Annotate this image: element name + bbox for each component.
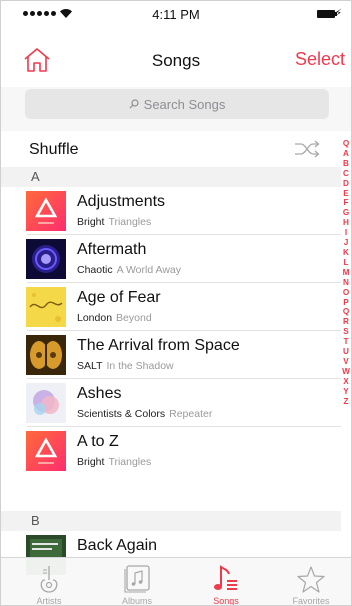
tab-favorites[interactable]: Favorites bbox=[271, 558, 351, 606]
album-art bbox=[26, 383, 66, 423]
song-title: Aftermath bbox=[77, 241, 147, 258]
tab-label: Songs bbox=[213, 596, 239, 606]
song-title: Age of Fear bbox=[77, 289, 161, 306]
index-letter[interactable]: G bbox=[343, 208, 349, 218]
app-screen: 4:11 PM ⚡ Songs Select Search Songs Shuf… bbox=[0, 0, 352, 606]
index-letter[interactable]: P bbox=[343, 298, 348, 308]
song-title: A to Z bbox=[77, 433, 119, 450]
song-row[interactable]: Ashes Scientists & Colors Repeater bbox=[1, 379, 341, 427]
guitar-icon bbox=[40, 566, 58, 593]
index-letter[interactable]: F bbox=[343, 198, 348, 208]
song-title: Back Again bbox=[77, 537, 158, 554]
section-letter: A bbox=[31, 169, 40, 184]
tab-artists[interactable]: Artists bbox=[9, 558, 89, 606]
tab-songs[interactable]: Songs bbox=[186, 558, 266, 606]
index-letter[interactable]: Y bbox=[343, 387, 348, 397]
song-title: Adjustments bbox=[77, 193, 166, 210]
song-title: The Arrival from Space bbox=[77, 337, 240, 354]
song-row[interactable]: Aftermath Chaotic A World Away bbox=[1, 235, 341, 283]
shuffle-row[interactable]: Shuffle bbox=[1, 131, 341, 167]
index-letter[interactable]: K bbox=[343, 248, 349, 258]
album-art bbox=[26, 335, 66, 375]
shuffle-icon[interactable] bbox=[293, 139, 321, 159]
song-subtitle: Bright Triangles bbox=[77, 216, 152, 228]
index-letter[interactable]: W bbox=[342, 367, 350, 377]
song-row[interactable]: The Arrival from Space SALT In the Shadow bbox=[1, 331, 341, 379]
tab-bar: Artists Albums Songs Favorites bbox=[1, 557, 351, 606]
section-header-a: A bbox=[1, 167, 341, 187]
index-letter[interactable]: E bbox=[343, 189, 348, 199]
index-letter[interactable]: U bbox=[343, 347, 349, 357]
status-time: 4:11 PM bbox=[152, 7, 200, 22]
index-letter[interactable]: T bbox=[343, 337, 348, 347]
search-icon bbox=[129, 99, 139, 109]
status-bar: 4:11 PM ⚡ bbox=[1, 1, 351, 29]
search-area: Search Songs bbox=[1, 87, 351, 131]
song-subtitle: Chaotic A World Away bbox=[77, 264, 182, 276]
index-letter[interactable]: V bbox=[343, 357, 348, 367]
song-subtitle: London Beyond bbox=[77, 312, 152, 324]
shuffle-label: Shuffle bbox=[29, 141, 79, 158]
section-header-b: B bbox=[1, 511, 341, 531]
index-letter[interactable]: D bbox=[343, 179, 349, 189]
index-letter[interactable]: R bbox=[343, 317, 349, 327]
index-letter[interactable]: H bbox=[343, 218, 349, 228]
index-letter[interactable]: Z bbox=[343, 397, 348, 407]
album-icon bbox=[124, 565, 150, 593]
album-art bbox=[26, 431, 66, 471]
tab-label: Favorites bbox=[292, 596, 330, 606]
song-subtitle: Scientists & Colors Repeater bbox=[77, 408, 213, 420]
index-letter[interactable]: N bbox=[343, 278, 349, 288]
battery-icon bbox=[317, 10, 337, 18]
album-art bbox=[26, 287, 66, 327]
song-title: Ashes bbox=[77, 385, 122, 402]
index-letter[interactable]: M bbox=[343, 268, 350, 278]
search-placeholder: Search Songs bbox=[143, 96, 226, 112]
tab-albums[interactable]: Albums bbox=[97, 558, 177, 606]
tab-label: Albums bbox=[121, 596, 152, 606]
index-letter[interactable]: X bbox=[343, 377, 348, 387]
index-letter[interactable]: Q bbox=[343, 139, 349, 149]
section-letter: B bbox=[31, 513, 40, 528]
index-letter[interactable]: A bbox=[343, 149, 349, 159]
song-subtitle: SALT In the Shadow bbox=[77, 360, 174, 372]
charging-icon: ⚡ bbox=[335, 8, 343, 19]
music-note-icon bbox=[214, 565, 237, 590]
index-letter[interactable]: C bbox=[343, 169, 349, 179]
search-input[interactable]: Search Songs bbox=[25, 89, 329, 119]
index-letter[interactable]: O bbox=[343, 288, 349, 298]
album-art bbox=[26, 191, 66, 231]
index-letter[interactable]: J bbox=[344, 238, 349, 248]
navigation-bar: Songs Select bbox=[1, 29, 351, 87]
index-letter[interactable]: B bbox=[343, 159, 349, 169]
index-letter[interactable]: I bbox=[345, 228, 347, 238]
alphabet-index[interactable]: QABCDEFGHIJKLMNOPQRSTUVWXYZ bbox=[340, 139, 351, 407]
index-letter[interactable]: S bbox=[343, 327, 348, 337]
star-icon bbox=[297, 566, 325, 593]
index-letter[interactable]: Q bbox=[343, 307, 349, 317]
song-row[interactable]: Adjustments Bright Triangles bbox=[1, 187, 341, 235]
song-row[interactable]: A to Z Bright Triangles bbox=[1, 427, 341, 475]
select-button[interactable]: Select bbox=[295, 49, 345, 70]
tab-label: Artists bbox=[36, 596, 62, 606]
song-row[interactable]: Age of Fear London Beyond bbox=[1, 283, 341, 331]
album-art bbox=[26, 239, 66, 279]
index-letter[interactable]: L bbox=[343, 258, 348, 268]
song-subtitle: Bright Triangles bbox=[77, 456, 152, 468]
